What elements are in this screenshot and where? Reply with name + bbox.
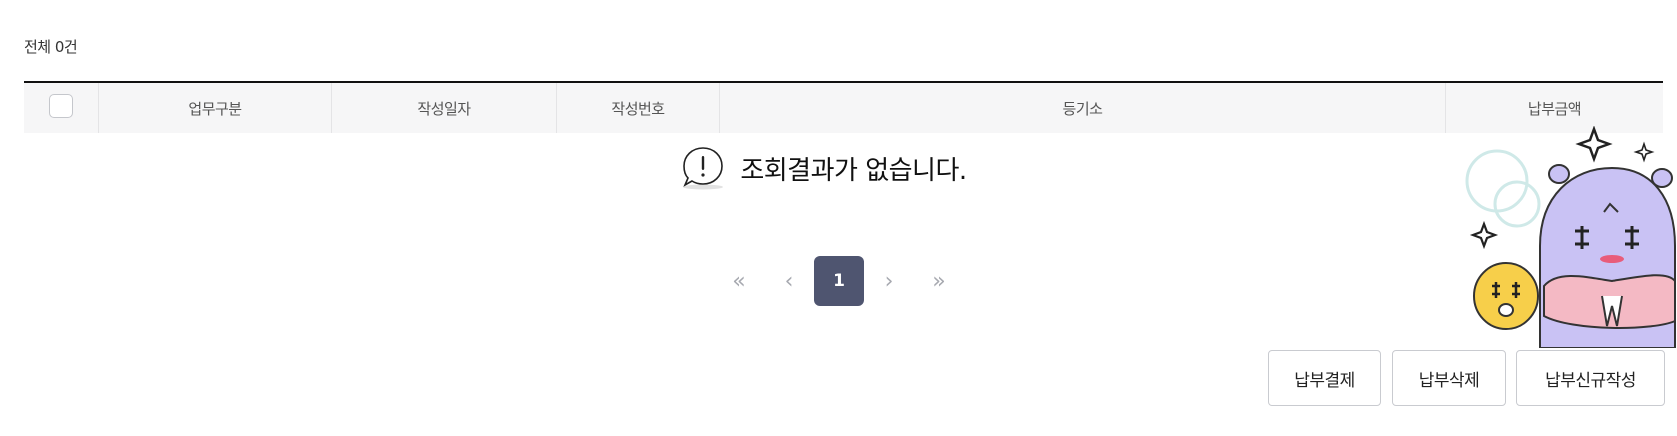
new-payment-button[interactable]: 납부신규작성 xyxy=(1516,350,1665,406)
table-header-row: 업무구분 작성일자 작성번호 등기소 납부금액 xyxy=(24,81,1663,133)
empty-result-row: 조회결과가 없습니다. xyxy=(24,133,1663,203)
pay-button[interactable]: 납부결제 xyxy=(1268,350,1381,406)
first-page-button[interactable]: « xyxy=(714,256,764,306)
header-select-all-cell xyxy=(24,83,98,133)
delete-payment-button[interactable]: 납부삭제 xyxy=(1392,350,1506,406)
empty-result-message: 조회결과가 없습니다. xyxy=(740,155,967,186)
column-header-date[interactable]: 작성일자 xyxy=(331,83,556,133)
last-page-button[interactable]: » xyxy=(914,256,964,306)
prev-page-button[interactable]: ‹ xyxy=(764,256,814,306)
next-page-button[interactable]: › xyxy=(864,256,914,306)
column-header-registry-office[interactable]: 등기소 xyxy=(719,83,1445,133)
alert-speech-bubble-icon xyxy=(680,145,726,191)
total-count-label: 전체 0건 xyxy=(24,38,78,56)
column-header-task-type[interactable]: 업무구분 xyxy=(98,83,331,133)
current-page-button[interactable]: 1 xyxy=(814,256,864,306)
column-header-number[interactable]: 작성번호 xyxy=(556,83,719,133)
results-table: 업무구분 작성일자 작성번호 등기소 납부금액 조회결과가 없습니다. xyxy=(24,81,1663,190)
select-all-checkbox[interactable] xyxy=(49,94,73,118)
character-sticker-icon xyxy=(1462,125,1677,349)
pagination: « ‹ 1 › » xyxy=(714,256,964,306)
